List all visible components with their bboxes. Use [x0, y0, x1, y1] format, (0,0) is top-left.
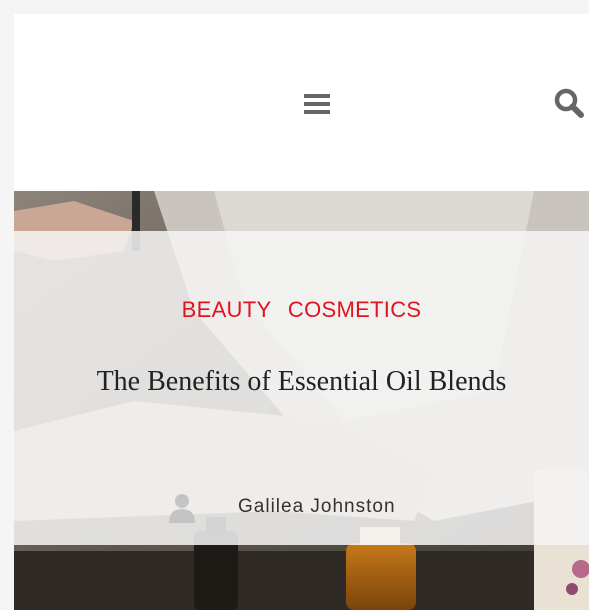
page-frame: BEAUTY COSMETICS The Benefits of Essenti…	[14, 14, 589, 610]
post-author: Galilea Johnston	[166, 489, 396, 525]
post-info-overlay: BEAUTY COSMETICS The Benefits of Essenti…	[14, 231, 589, 545]
post-title[interactable]: The Benefits of Essential Oil Blends	[84, 361, 519, 402]
search-icon[interactable]	[552, 86, 586, 120]
category-link-cosmetics[interactable]: COSMETICS	[288, 297, 422, 322]
featured-post-hero[interactable]: BEAUTY COSMETICS The Benefits of Essenti…	[14, 191, 589, 610]
author-name[interactable]: Galilea Johnston	[238, 496, 396, 518]
site-header	[14, 14, 589, 191]
post-categories: BEAUTY COSMETICS	[14, 297, 589, 323]
user-icon	[169, 494, 195, 523]
hamburger-menu-icon[interactable]	[304, 92, 330, 118]
category-link-beauty[interactable]: BEAUTY	[182, 297, 272, 322]
